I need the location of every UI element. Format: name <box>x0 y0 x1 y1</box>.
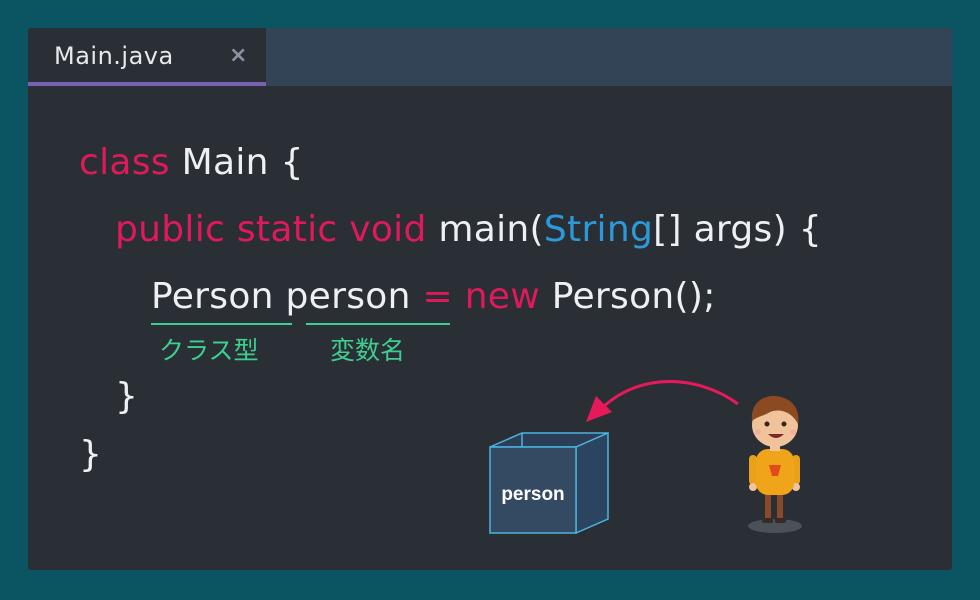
person-character-icon <box>748 396 802 533</box>
variable-box-icon <box>489 431 609 535</box>
illustration: person <box>489 380 802 535</box>
variable-box-label: person <box>501 484 564 505</box>
arrow-head-icon <box>586 396 612 422</box>
assignment-arrow <box>598 380 739 412</box>
